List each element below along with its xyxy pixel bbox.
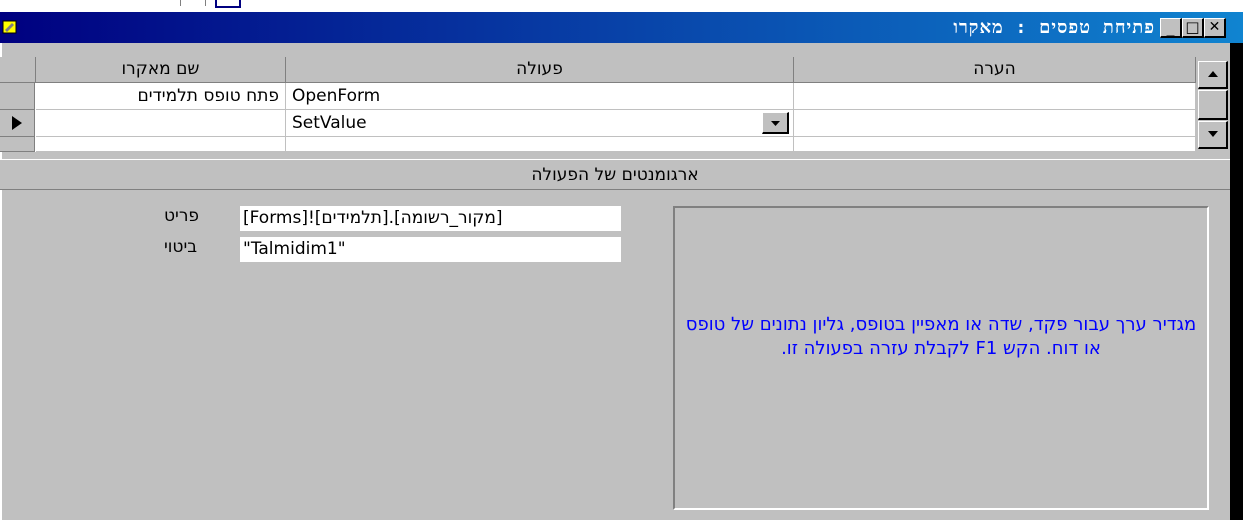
comment-cell[interactable]	[794, 83, 1196, 110]
macro-name-cell[interactable]	[36, 137, 286, 152]
close-button[interactable]: ✕	[1204, 18, 1226, 38]
arrow-down-icon	[1207, 131, 1218, 137]
scroll-thumb[interactable]	[1198, 90, 1228, 120]
background-divider	[205, 0, 206, 6]
window-title: פתיחת טפסים : מאקרו	[953, 17, 1155, 38]
comment-cell[interactable]	[794, 110, 1196, 137]
action-help-text: מגדיר ערך עבור פקד, שדה או מאפיין בטופס,…	[685, 314, 1197, 359]
background-icon	[215, 0, 241, 8]
comment-cell[interactable]	[794, 137, 1196, 152]
maximize-button[interactable]: □	[1182, 18, 1204, 38]
macro-window-icon[interactable]	[2, 19, 18, 35]
item-field[interactable]: [Forms]![תלמידים].[מקור_רשומה]	[240, 206, 621, 231]
select-all-corner[interactable]	[0, 57, 36, 83]
scroll-up-button[interactable]	[1198, 61, 1228, 89]
expression-label: ביטוי	[164, 237, 198, 257]
action-select[interactable]: SetValue	[286, 110, 794, 137]
chevron-down-icon	[771, 121, 780, 126]
window-border	[1230, 43, 1243, 520]
action-arguments-header: ארגומנטים של הפעולה	[0, 159, 1230, 190]
arrow-up-icon	[1207, 71, 1218, 77]
item-label: פריט	[164, 206, 200, 226]
action-dropdown-button[interactable]	[762, 112, 789, 134]
action-cell[interactable]: OpenForm	[286, 83, 794, 110]
row-selector-current[interactable]	[0, 110, 35, 137]
vertical-scrollbar[interactable]	[1196, 57, 1230, 152]
minimize-button[interactable]: _	[1160, 18, 1182, 38]
background-divider	[180, 0, 181, 6]
expression-field[interactable]: "Talmidim1"	[240, 237, 621, 262]
current-row-arrow-icon	[12, 116, 22, 130]
column-header-macro-name[interactable]: שם מאקרו	[36, 57, 286, 83]
title-bar[interactable]: פתיחת טפסים : מאקרו _ □ ✕	[0, 12, 1243, 43]
column-header-comment[interactable]: הערה	[794, 57, 1196, 83]
background-window-strip	[0, 0, 1243, 12]
action-help-panel: מגדיר ערך עבור פקד, שדה או מאפיין בטופס,…	[673, 206, 1209, 510]
macro-name-cell[interactable]	[36, 110, 286, 137]
macro-actions-grid: שם מאקרו פעולה הערה פתח טופס תלמידים Ope…	[0, 57, 1230, 152]
column-header-action[interactable]: פעולה	[286, 57, 794, 83]
row-selector[interactable]	[0, 83, 35, 110]
scroll-down-button[interactable]	[1198, 121, 1228, 149]
row-selector[interactable]	[0, 137, 35, 152]
action-select-value: SetValue	[292, 113, 367, 133]
action-cell[interactable]	[286, 137, 794, 152]
macro-name-cell[interactable]: פתח טופס תלמידים	[36, 83, 286, 110]
